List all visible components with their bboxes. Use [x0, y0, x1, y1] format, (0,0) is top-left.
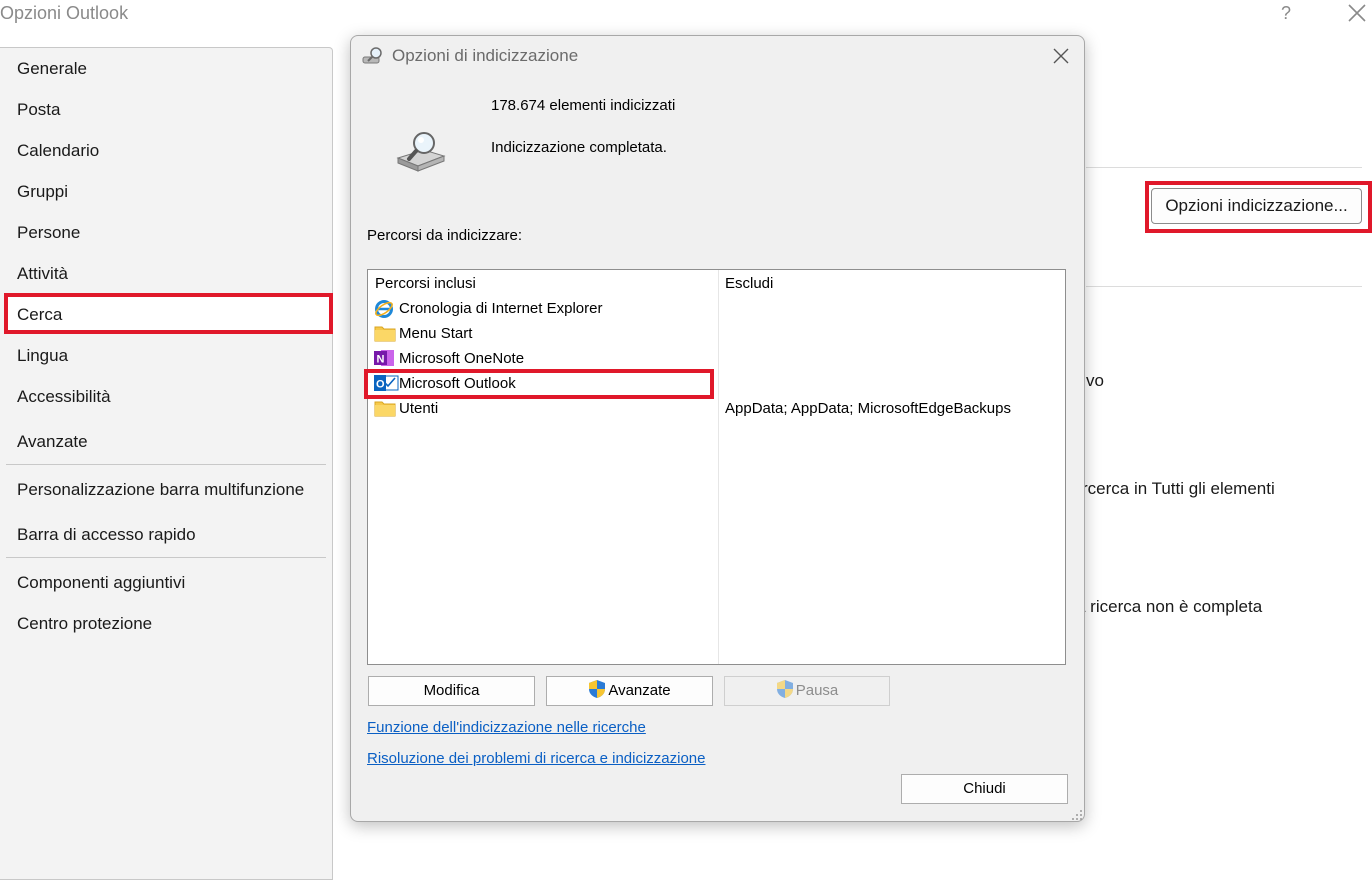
- indexing-status: Indicizzazione completata.: [491, 139, 667, 156]
- sidebar-item-personalizzazione[interactable]: Personalizzazione barra multifunzione: [17, 480, 304, 500]
- sidebar-item-accessibilita[interactable]: Accessibilità: [17, 387, 111, 407]
- modify-button-label: Modifica: [423, 682, 480, 699]
- highlight-box-outlook: [364, 369, 714, 399]
- items-indexed-count: 178.674 elementi indicizzati: [491, 97, 676, 114]
- section-divider: [1086, 286, 1362, 287]
- sidebar-divider: [6, 557, 326, 558]
- list-item[interactable]: Menu Start: [399, 325, 472, 342]
- advanced-button-label: Avanzate: [608, 682, 671, 699]
- section-divider: [1086, 167, 1362, 168]
- sidebar-divider: [6, 464, 326, 465]
- list-item[interactable]: Microsoft OneNote: [399, 350, 524, 367]
- modify-button[interactable]: Modifica: [368, 676, 535, 706]
- indexing-drive-icon: [394, 128, 448, 174]
- troubleshoot-link[interactable]: Risoluzione dei problemi di ricerca e in…: [367, 750, 706, 767]
- close-icon: [1053, 48, 1069, 64]
- internet-explorer-icon: [374, 299, 394, 318]
- option-text: a ricerca non è completa: [1076, 597, 1263, 616]
- folder-icon: [374, 324, 396, 342]
- pause-button[interactable]: Pausa: [724, 676, 890, 706]
- column-divider: [718, 270, 719, 664]
- sidebar-item-persone[interactable]: Persone: [17, 223, 80, 243]
- svg-text:N: N: [377, 354, 385, 366]
- dialog-title: Opzioni di indicizzazione: [392, 46, 579, 65]
- highlight-box-cerca: [4, 293, 333, 334]
- sidebar-item-posta[interactable]: Posta: [17, 100, 60, 120]
- shield-icon: [589, 680, 606, 698]
- indexing-help-link[interactable]: Funzione dell'indicizzazione nelle ricer…: [367, 719, 646, 736]
- sidebar-item-calendario[interactable]: Calendario: [17, 141, 99, 161]
- help-button[interactable]: ?: [1276, 3, 1296, 24]
- sidebar-item-gruppi[interactable]: Gruppi: [17, 182, 68, 202]
- close-dialog-button[interactable]: Chiudi: [901, 774, 1068, 804]
- list-item[interactable]: Cronologia di Internet Explorer: [399, 300, 602, 317]
- sidebar-item-avanzate[interactable]: Avanzate: [17, 432, 88, 452]
- option-text: rcerca in Tutti gli elementi: [1082, 479, 1275, 498]
- shield-icon: [776, 680, 793, 698]
- onenote-icon: N: [373, 349, 394, 367]
- sidebar-item-attivita[interactable]: Attività: [17, 264, 68, 284]
- column-header-included[interactable]: Percorsi inclusi: [375, 275, 476, 292]
- sidebar-item-barra-accesso-rapido[interactable]: Barra di accesso rapido: [17, 525, 196, 545]
- dialog-close-button[interactable]: [1051, 46, 1071, 66]
- sidebar-item-centro-protezione[interactable]: Centro protezione: [17, 614, 152, 634]
- resize-grip-icon[interactable]: [1070, 808, 1084, 822]
- highlight-box-indexing-options: [1145, 181, 1372, 233]
- column-header-exclude[interactable]: Escludi: [725, 275, 773, 292]
- sidebar-item-componenti[interactable]: Componenti aggiuntivi: [17, 573, 185, 593]
- window-title: Opzioni Outlook: [0, 3, 129, 23]
- option-text: vo: [1086, 371, 1104, 390]
- sidebar-item-lingua[interactable]: Lingua: [17, 346, 68, 366]
- pause-button-label: Pausa: [795, 682, 839, 699]
- list-item-exclude: AppData; AppData; MicrosoftEdgeBackups: [725, 400, 1011, 417]
- folder-icon: [374, 399, 396, 417]
- indexing-search-icon: [361, 46, 385, 66]
- window-close-button[interactable]: [1346, 2, 1368, 24]
- list-item[interactable]: Utenti: [399, 400, 438, 417]
- advanced-button[interactable]: Avanzate: [546, 676, 713, 706]
- locations-label: Percorsi da indicizzare:: [367, 227, 523, 244]
- sidebar-item-generale[interactable]: Generale: [17, 59, 87, 79]
- close-icon: [1348, 4, 1366, 22]
- close-button-label: Chiudi: [963, 780, 1006, 797]
